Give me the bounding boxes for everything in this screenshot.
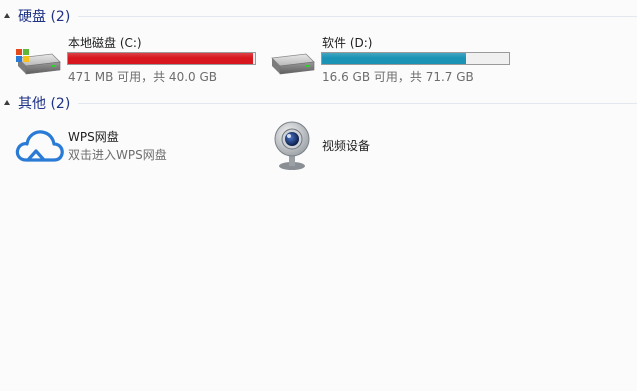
drive-name: 软件 (D:) — [322, 36, 373, 50]
group-header-drives[interactable]: 硬盘 (2) — [0, 6, 637, 26]
group-title: 其他 (2) — [18, 96, 71, 112]
item-subtitle: 双击进入WPS网盘 — [68, 148, 167, 162]
drive-item-d[interactable]: 软件 (D:) 16.6 GB 可用，共 71.7 GB — [268, 34, 516, 84]
group-header-other[interactable]: 其他 (2) — [0, 93, 637, 113]
drive-icon — [271, 53, 315, 75]
group-divider — [78, 16, 637, 17]
webcam-icon — [274, 121, 310, 170]
wps-cloud-item[interactable]: WPS网盘 双击进入WPS网盘 — [14, 126, 254, 170]
group-divider — [78, 103, 637, 104]
drive-free-space: 471 MB 可用，共 40.0 GB — [68, 70, 217, 84]
collapse-arrow-icon[interactable] — [4, 13, 10, 18]
item-name: WPS网盘 — [68, 130, 119, 144]
drive-item-c[interactable]: 本地磁盘 (C:) 471 MB 可用，共 40.0 GB — [12, 34, 260, 84]
item-name: 视频设备 — [322, 139, 371, 153]
drive-usage-bar — [321, 52, 510, 65]
drive-free-space: 16.6 GB 可用，共 71.7 GB — [322, 70, 474, 84]
group-title: 硬盘 (2) — [18, 9, 71, 25]
drive-usage-fill — [68, 53, 253, 64]
collapse-arrow-icon[interactable] — [4, 100, 10, 105]
drive-usage-fill — [322, 53, 466, 64]
drive-usage-bar — [67, 52, 256, 65]
system-drive-icon — [16, 49, 61, 75]
cloud-icon — [15, 130, 64, 162]
drive-name: 本地磁盘 (C:) — [68, 36, 142, 50]
video-device-item[interactable]: 视频设备 — [272, 120, 472, 170]
